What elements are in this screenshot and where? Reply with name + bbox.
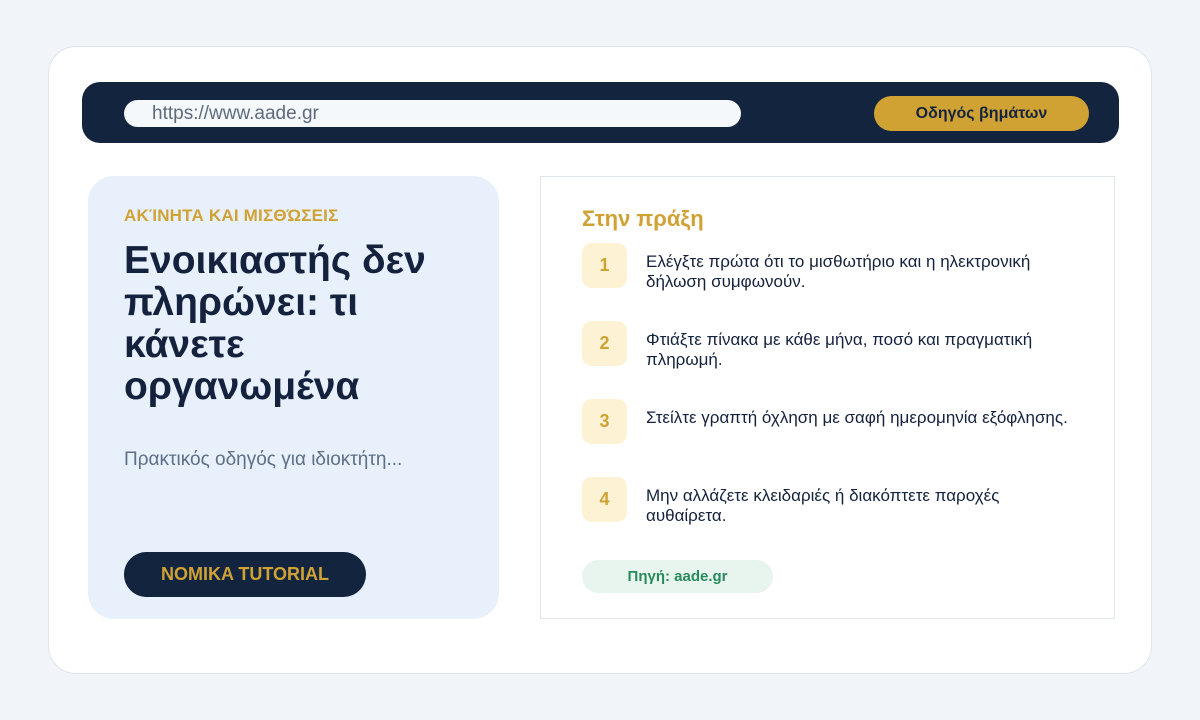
article-hero-panel: ΑΚΊΝΗΤΑ ΚΑΙ ΜΙΣΘΏΣΕΙΣ Ενοικιαστής δεν πλ… [88, 176, 499, 619]
step-number-badge: 2 [582, 321, 627, 366]
step-item: 1 Ελέγξτε πρώτα ότι το μισθωτήριο και η … [582, 243, 1082, 291]
source-badge[interactable]: Πηγή: aade.gr [582, 560, 773, 593]
step-number-badge: 1 [582, 243, 627, 288]
step-item: 3 Στείλτε γραπτή όχληση με σαφή ημερομην… [582, 399, 1082, 445]
browser-toolbar: https://www.aade.gr Οδηγός βημάτων [82, 82, 1119, 143]
step-text: Μην αλλάζετε κλειδαριές ή διακόπτετε παρ… [646, 486, 1000, 525]
practice-panel: Στην πράξη 1 Ελέγξτε πρώτα ότι το μισθωτ… [540, 176, 1115, 619]
practice-title: Στην πράξη [582, 206, 704, 231]
step-text: Στείλτε γραπτή όχληση με σαφή ημερομηνία… [646, 408, 1068, 427]
step-number-badge: 3 [582, 399, 627, 444]
article-category: ΑΚΊΝΗΤΑ ΚΑΙ ΜΙΣΘΏΣΕΙΣ [124, 206, 339, 225]
step-item: 4 Μην αλλάζετε κλειδαριές ή διακόπτετε π… [582, 477, 1082, 525]
step-text: Ελέγξτε πρώτα ότι το μισθωτήριο και η ηλ… [646, 252, 1031, 291]
article-title: Ενοικιαστής δεν πληρώνει: τι κάνετε οργα… [124, 239, 426, 408]
article-subtitle: Πρακτικός οδηγός για ιδιοκτήτη... [124, 449, 403, 470]
url-bar[interactable]: https://www.aade.gr [124, 100, 741, 127]
step-text: Φτιάξτε πίνακα με κάθε μήνα, ποσό και πρ… [646, 330, 1033, 369]
step-item: 2 Φτιάξτε πίνακα με κάθε μήνα, ποσό και … [582, 321, 1082, 369]
step-number-badge: 4 [582, 477, 627, 522]
nomika-tutorial-button[interactable]: NOMIKA TUTORIAL [124, 552, 366, 597]
steps-guide-button[interactable]: Οδηγός βημάτων [874, 96, 1089, 131]
